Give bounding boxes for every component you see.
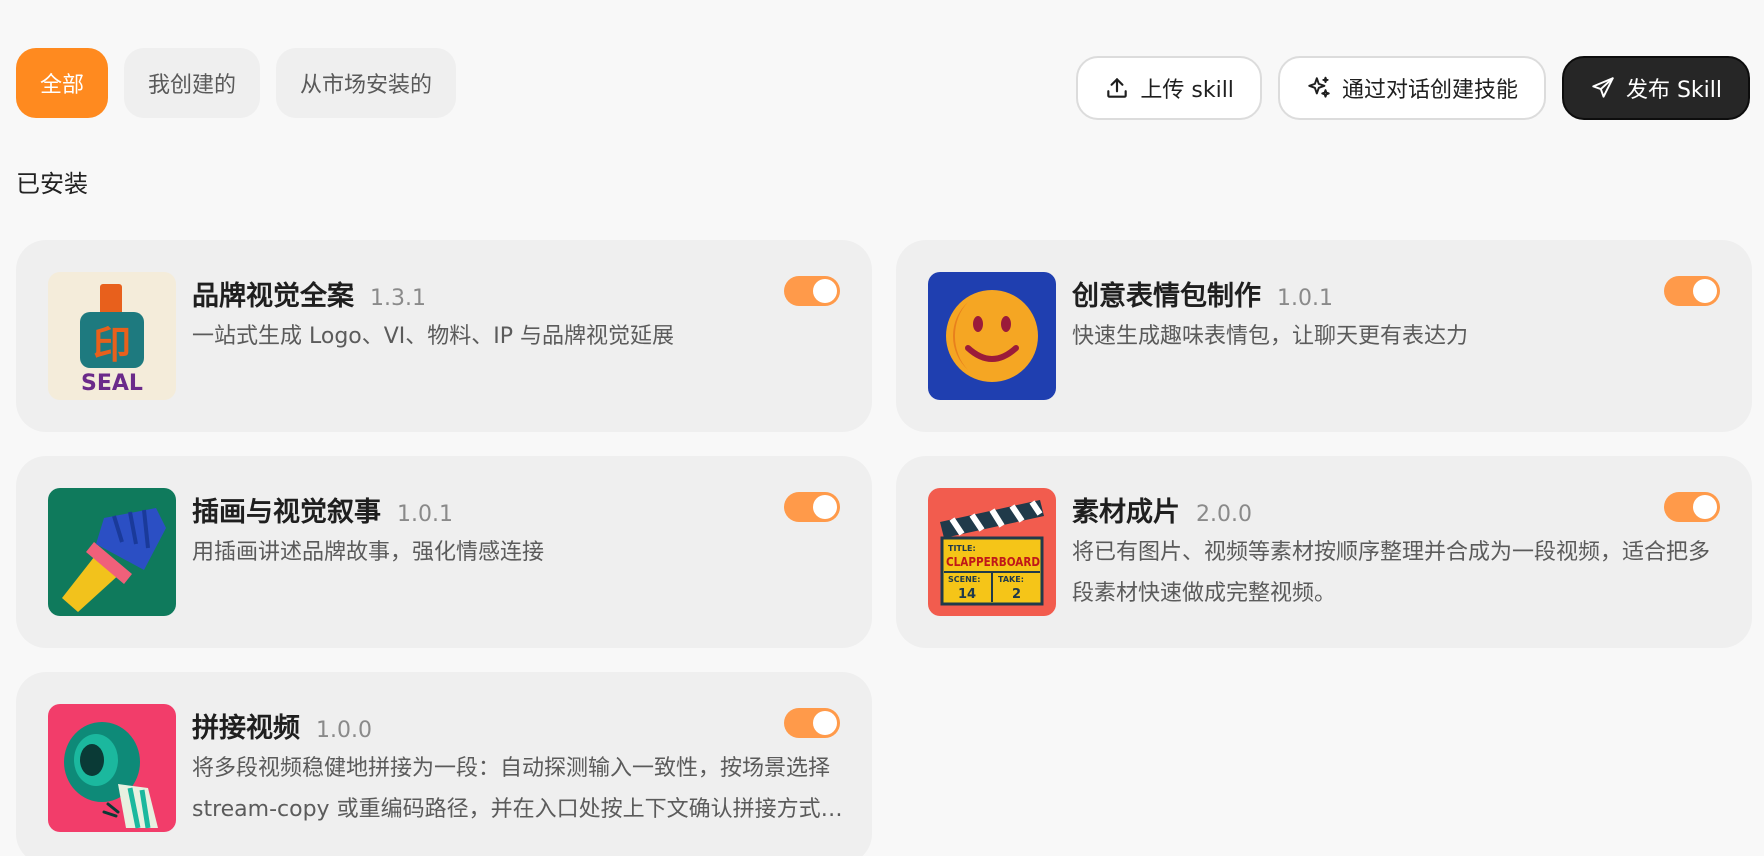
skill-name: 创意表情包制作 bbox=[1072, 281, 1261, 312]
clapperboard-take-value: 2 bbox=[1012, 587, 1021, 602]
skill-description: 一站式生成 Logo、VI、物料、IP 与品牌视觉延展 bbox=[192, 324, 675, 349]
seal-stamp-label: SEAL bbox=[81, 371, 143, 396]
upload-skill-button[interactable]: 上传 skill bbox=[1076, 56, 1262, 120]
toggle-knob bbox=[1693, 279, 1717, 303]
film-tape-icon bbox=[48, 704, 176, 832]
seal-stamp-glyph: 印 bbox=[93, 323, 131, 367]
filter-tabs: 全部 我创建的 从市场安装的 bbox=[16, 48, 457, 118]
skill-card[interactable]: TITLE: CLAPPERBOARD SCENE: TAKE: 14 2 素材… bbox=[896, 456, 1752, 648]
toggle-knob bbox=[813, 711, 837, 735]
skill-name: 品牌视觉全案 bbox=[192, 281, 354, 312]
skill-enabled-toggle[interactable] bbox=[1664, 492, 1720, 522]
skill-card[interactable]: 创意表情包制作 1.0.1 快速生成趣味表情包，让聊天更有表达力 bbox=[896, 240, 1752, 432]
clapperboard-scene-label: SCENE: bbox=[948, 575, 980, 584]
toggle-knob bbox=[813, 495, 837, 519]
paintbrush-icon bbox=[48, 488, 176, 616]
skill-description: 将多段视频稳健地拼接为一段：自动探测输入一致性，按场景选择 stream-cop… bbox=[192, 756, 843, 822]
create-via-chat-button[interactable]: 通过对话创建技能 bbox=[1277, 56, 1546, 120]
skill-name: 插画与视觉叙事 bbox=[192, 497, 381, 528]
skill-enabled-toggle[interactable] bbox=[1664, 276, 1720, 306]
skill-version: 1.0.1 bbox=[397, 502, 453, 527]
skill-card[interactable]: 印 SEAL 品牌视觉全案 1.3.1 一站式生成 Logo、VI、物料、IP … bbox=[16, 240, 872, 432]
publish-skill-label: 发布 Skill bbox=[1625, 78, 1722, 103]
skill-card[interactable]: 插画与视觉叙事 1.0.1 用插画讲述品牌故事，强化情感连接 bbox=[16, 456, 872, 648]
skill-name: 素材成片 bbox=[1072, 497, 1180, 528]
section-title-installed: 已安装 bbox=[16, 170, 88, 198]
action-buttons: 上传 skill 通过对话创建技能 发布 Skill bbox=[1076, 56, 1750, 120]
upload-icon bbox=[1107, 78, 1128, 98]
seal-stamp-icon: 印 SEAL bbox=[48, 272, 176, 400]
tab-all[interactable]: 全部 bbox=[16, 48, 109, 118]
skill-version: 1.0.1 bbox=[1277, 286, 1333, 311]
skill-version: 1.0.0 bbox=[316, 718, 372, 743]
toggle-knob bbox=[1693, 495, 1717, 519]
skill-version: 2.0.0 bbox=[1196, 502, 1252, 527]
send-icon bbox=[1592, 77, 1614, 98]
skill-enabled-toggle[interactable] bbox=[784, 492, 840, 522]
skill-name: 拼接视频 bbox=[192, 713, 300, 744]
create-via-chat-label: 通过对话创建技能 bbox=[1341, 78, 1518, 103]
skills-grid: 印 SEAL 品牌视觉全案 1.3.1 一站式生成 Logo、VI、物料、IP … bbox=[16, 240, 1752, 856]
tab-created-by-me[interactable]: 我创建的 bbox=[124, 48, 261, 118]
clapperboard-scene-value: 14 bbox=[958, 587, 976, 602]
sparkle-icon bbox=[1308, 76, 1330, 98]
publish-skill-button[interactable]: 发布 Skill bbox=[1561, 56, 1750, 120]
clapperboard-take-label: TAKE: bbox=[998, 575, 1024, 584]
tab-installed-from-market[interactable]: 从市场安装的 bbox=[276, 48, 457, 118]
toggle-knob bbox=[813, 279, 837, 303]
skill-version: 1.3.1 bbox=[370, 286, 426, 311]
skill-enabled-toggle[interactable] bbox=[784, 276, 840, 306]
skill-description: 将已有图片、视频等素材按顺序整理并合成为一段视频，适合把多段素材快速做成完整视频… bbox=[1072, 540, 1711, 606]
upload-skill-label: 上传 skill bbox=[1140, 78, 1234, 103]
clapperboard-icon: TITLE: CLAPPERBOARD SCENE: TAKE: 14 2 bbox=[928, 488, 1056, 616]
skill-card[interactable]: 拼接视频 1.0.0 将多段视频稳健地拼接为一段：自动探测输入一致性，按场景选择… bbox=[16, 672, 872, 856]
skill-description: 用插画讲述品牌故事，强化情感连接 bbox=[192, 540, 545, 565]
clapperboard-title-value: CLAPPERBOARD bbox=[946, 555, 1040, 569]
clapperboard-title-label: TITLE: bbox=[948, 544, 976, 553]
skill-description: 快速生成趣味表情包，让聊天更有表达力 bbox=[1072, 324, 1469, 349]
skill-enabled-toggle[interactable] bbox=[784, 708, 840, 738]
smiley-face-icon bbox=[928, 272, 1056, 400]
